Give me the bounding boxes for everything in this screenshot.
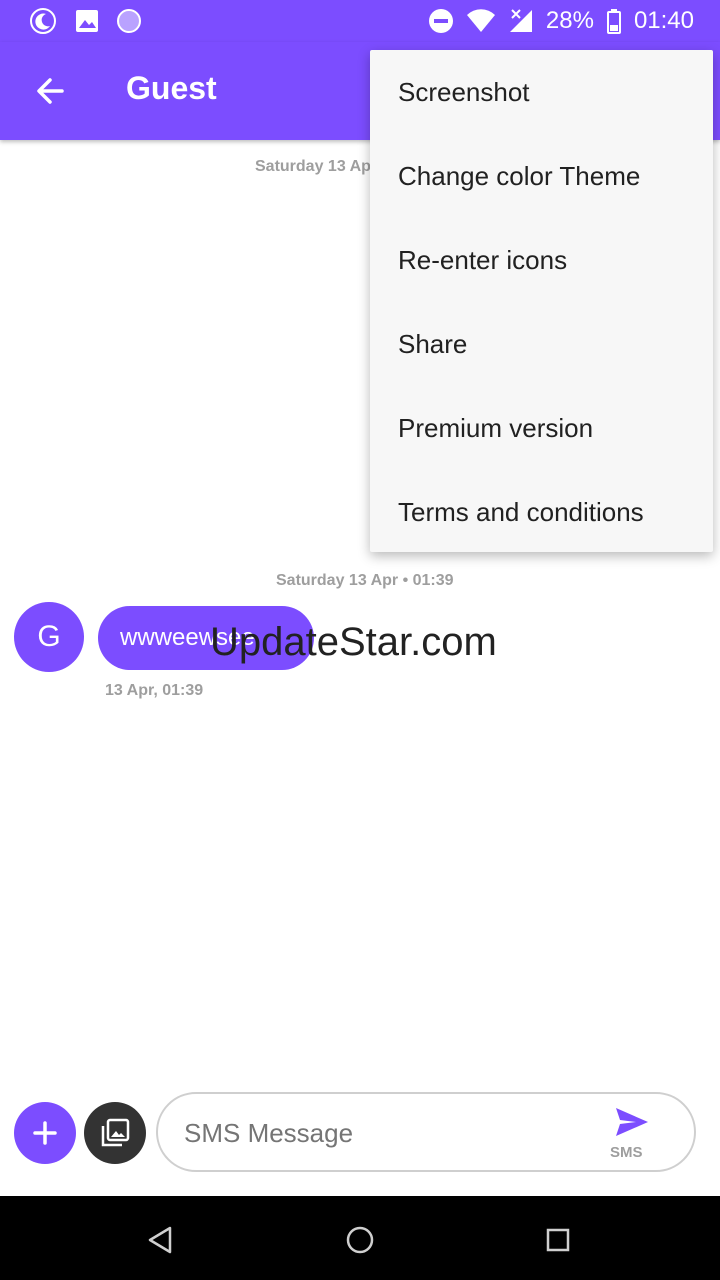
watermark: UpdateStar.com — [210, 620, 497, 664]
nav-back-button[interactable] — [138, 1218, 182, 1262]
arrow-left-icon — [37, 78, 64, 104]
wifi-icon — [466, 9, 495, 32]
menu-item-change-color-theme[interactable]: Change color Theme — [370, 134, 713, 218]
back-triangle-icon — [148, 1226, 172, 1254]
page-title: Guest — [126, 70, 217, 106]
status-right-icons: 28% 01:40 — [428, 6, 694, 36]
signal-icon — [509, 9, 532, 32]
sms-input[interactable] — [182, 1112, 586, 1154]
menu-item-share[interactable]: Share — [370, 302, 713, 386]
battery-icon — [606, 9, 621, 34]
avatar[interactable]: G — [14, 602, 84, 672]
battery-percent: 28% — [545, 7, 594, 34]
image-icon — [76, 10, 98, 32]
nav-home-button[interactable] — [338, 1218, 382, 1262]
recents-square-icon — [546, 1228, 570, 1252]
menu-item-screenshot[interactable]: Screenshot — [370, 50, 713, 134]
send-label: SMS — [610, 1144, 643, 1161]
date-separator-top: Saturday 13 Ap — [255, 158, 371, 175]
send-icon — [616, 1108, 648, 1136]
moon-icon — [30, 8, 56, 34]
nav-bar — [0, 1196, 720, 1280]
add-button[interactable] — [14, 1102, 76, 1164]
home-circle-icon — [346, 1226, 374, 1254]
menu-item-terms-and-conditions[interactable]: Terms and conditions — [370, 470, 713, 554]
menu-item-premium-version[interactable]: Premium version — [370, 386, 713, 470]
avatar-letter: G — [37, 620, 61, 653]
nav-recents-button[interactable] — [536, 1218, 580, 1262]
menu-item-re-enter-icons[interactable]: Re-enter icons — [370, 218, 713, 302]
composer: SMS — [0, 1090, 720, 1180]
sms-field: SMS — [156, 1092, 696, 1172]
status-left-icons — [28, 6, 142, 36]
circle-icon — [117, 9, 141, 33]
date-separator: Saturday 13 Apr • 01:39 — [276, 572, 454, 589]
send-button[interactable]: SMS — [606, 1104, 666, 1164]
gallery-button[interactable] — [84, 1102, 146, 1164]
status-time: 01:40 — [633, 7, 694, 34]
status-bar: 28% 01:40 — [0, 0, 720, 42]
message-time: 13 Apr, 01:39 — [105, 682, 204, 699]
gallery-icon — [101, 1118, 130, 1147]
dnd-icon — [428, 9, 453, 33]
back-button[interactable] — [30, 68, 70, 114]
plus-icon — [33, 1121, 57, 1145]
overflow-menu: Screenshot Change color Theme Re-enter i… — [370, 50, 713, 552]
